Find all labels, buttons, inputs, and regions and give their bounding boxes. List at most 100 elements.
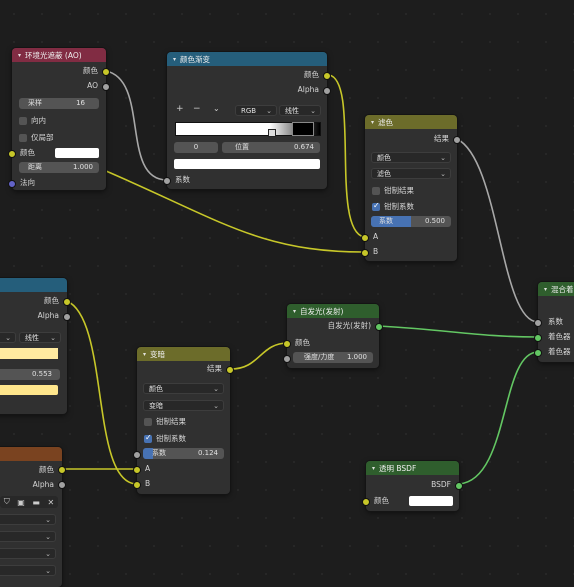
darken-type-dropdown[interactable]: 颜色 ⌄ (143, 383, 224, 394)
left-ramp-gradient-bar[interactable] (0, 348, 58, 359)
left-color-ramp-node[interactable]: 颜色 Alpha ⌄ 线性 ⌄ 0.553 (0, 278, 71, 414)
chevron-down-icon: ⌄ (45, 550, 51, 558)
folder-icon[interactable]: ▬ (32, 498, 40, 507)
mix-shader-in-fac-socket[interactable] (534, 319, 542, 327)
image-datablock-bar[interactable]: ⛉ ▣ ▬ ✕ (0, 496, 58, 508)
mix-shader-in-shader1-socket[interactable] (534, 334, 542, 342)
darken-in-fac-socket[interactable] (133, 451, 141, 459)
image-out-alpha-socket[interactable] (58, 481, 66, 489)
ramp-stop-handle-1[interactable] (292, 122, 314, 136)
ao-color-swatch[interactable] (55, 148, 99, 158)
darken-in-a-socket[interactable] (133, 466, 141, 474)
ao-distance-field[interactable]: 距离 1.000 (19, 162, 99, 173)
ao-samples-field[interactable]: 采样 16 (19, 98, 99, 109)
ao-inside-checkbox[interactable] (19, 117, 27, 125)
ao-out-ao-socket[interactable] (102, 83, 110, 91)
emission-header[interactable]: ▾ 自发光(发射) (287, 304, 379, 318)
image-source-dropdown[interactable]: ⌄ (0, 565, 56, 576)
collapse-icon[interactable]: ▾ (143, 351, 146, 358)
screen-clamp-factor-checkbox[interactable] (372, 201, 380, 211)
left-ramp-stop-color-swatch[interactable] (0, 385, 58, 395)
transparent-bsdf-node[interactable]: ▾ 透明 BSDF BSDF 颜色 (362, 461, 463, 511)
left-ramp-interp-dropdown[interactable]: 线性 ⌄ (19, 332, 61, 343)
collapse-icon[interactable]: ▾ (173, 56, 176, 63)
screen-fac-slider[interactable]: 系数 0.500 (371, 216, 451, 227)
ramp-out-color-socket[interactable] (323, 72, 331, 80)
left-ramp-header[interactable] (0, 278, 67, 292)
transparent-color-swatch[interactable] (409, 496, 453, 506)
ramp-stop-color-swatch[interactable] (174, 159, 320, 169)
screen-blend-dropdown[interactable]: 滤色 ⌄ (371, 168, 451, 179)
image-out-color-socket[interactable] (58, 466, 66, 474)
collapse-icon[interactable]: ▾ (544, 286, 547, 293)
image-texture-node[interactable]: 颜色 Alpha ⛉ ▣ ▬ ✕ ⌄ ⌄ ⌄ ⌄ (0, 447, 66, 587)
darken-mix-header[interactable]: ▾ 变暗 (137, 347, 230, 361)
ao-only-local-checkbox[interactable] (19, 134, 27, 142)
screen-out-result-socket[interactable] (453, 136, 461, 144)
ramp-position-field[interactable]: 位置 0.674 (222, 142, 320, 153)
ramp-interp-dropdown[interactable]: 线性 ⌄ (279, 105, 321, 116)
mix-shader-in-shader2-socket[interactable] (534, 349, 542, 357)
transparent-bsdf-header[interactable]: ▾ 透明 BSDF (366, 461, 459, 475)
darken-in-b-socket[interactable] (133, 481, 141, 489)
collapse-icon[interactable]: ▾ (18, 52, 21, 59)
screen-in-a-socket[interactable] (361, 234, 369, 242)
screen-clamp-result-checkbox[interactable] (372, 187, 380, 195)
ao-node-header[interactable]: ▾ 环境光遮蔽 (AO) (12, 48, 106, 62)
transparent-out-bsdf-socket[interactable] (455, 482, 463, 490)
left-ramp-position-field[interactable]: 0.553 (0, 369, 60, 380)
ramp-stop-handle-0[interactable] (268, 129, 276, 137)
darken-blend-dropdown[interactable]: 变暗 ⌄ (143, 400, 224, 411)
emission-out-socket[interactable] (375, 323, 383, 331)
mix-shader-node[interactable]: ▾ 混合着 系数 着色器 着色器 (534, 282, 574, 362)
darken-mix-node[interactable]: ▾ 变暗 结果 颜色 ⌄ 变暗 ⌄ 钳制结果 钳制系数 系数 0.124 A B (133, 347, 234, 494)
darken-blend-value: 变暗 (149, 402, 163, 410)
image-interp-dropdown[interactable]: ⌄ (0, 514, 56, 525)
left-ramp-mode-dropdown[interactable]: ⌄ (0, 332, 16, 343)
emission-strength-field[interactable]: 强度/力度 1.000 (293, 352, 373, 363)
mix-shader-header[interactable]: ▾ 混合着 (538, 282, 574, 296)
screen-mix-node[interactable]: ▾ 滤色 结果 颜色 ⌄ 滤色 ⌄ 钳制结果 钳制系数 系数 0.500 A B (361, 115, 461, 261)
screen-in-b-label: B (373, 247, 379, 256)
ramp-out-alpha-socket[interactable] (323, 87, 331, 95)
ao-node[interactable]: ▾ 环境光遮蔽 (AO) 颜色 AO 采样 16 向内 仅局部 颜色 距离 1.0… (8, 48, 110, 190)
shield-icon[interactable]: ⛉ (4, 497, 10, 507)
darken-fac-slider[interactable]: 系数 0.124 (143, 448, 224, 459)
chevron-down-icon: ⌄ (45, 567, 51, 575)
darken-out-result-socket[interactable] (226, 366, 234, 374)
image-icon[interactable]: ▣ (17, 498, 25, 507)
ao-in-color-socket[interactable] (8, 150, 16, 158)
emission-in-color-socket[interactable] (283, 340, 291, 348)
ao-in-normal-socket[interactable] (8, 180, 16, 188)
collapse-icon[interactable]: ▾ (371, 119, 374, 126)
emission-node[interactable]: ▾ 自发光(发射) 自发光(发射) 颜色 强度/力度 1.000 (283, 304, 383, 368)
left-ramp-interp-value: 线性 (25, 334, 39, 342)
ramp-in-fac-socket[interactable] (163, 177, 171, 185)
screen-in-b-socket[interactable] (361, 249, 369, 257)
screen-mix-header[interactable]: ▾ 滤色 (365, 115, 457, 129)
ao-out-color-socket[interactable] (102, 68, 110, 76)
screen-type-dropdown[interactable]: 颜色 ⌄ (371, 152, 451, 163)
ramp-stop-index-field[interactable]: 0 (174, 142, 218, 153)
chevron-down-icon: ⌄ (213, 402, 219, 410)
ramp-mode-dropdown[interactable]: RGB ⌄ (235, 105, 277, 116)
darken-clamp-result-checkbox[interactable] (144, 418, 152, 426)
transparent-in-color-socket[interactable] (362, 498, 370, 506)
image-extension-dropdown[interactable]: ⌄ (0, 548, 56, 559)
plus-icon[interactable]: + (176, 104, 184, 114)
left-ramp-out-color-socket[interactable] (63, 298, 71, 306)
darken-clamp-factor-checkbox[interactable] (144, 433, 152, 443)
chevron-down-icon[interactable]: ⌄ (213, 104, 220, 113)
collapse-icon[interactable]: ▾ (293, 308, 296, 315)
transparent-bsdf-title: 透明 BSDF (379, 463, 417, 473)
emission-in-strength-socket[interactable] (283, 355, 291, 363)
minus-icon[interactable]: − (193, 104, 201, 114)
image-projection-dropdown[interactable]: ⌄ (0, 531, 56, 542)
collapse-icon[interactable]: ▾ (372, 465, 375, 472)
close-icon[interactable]: ✕ (47, 498, 54, 507)
chevron-down-icon: ⌄ (310, 107, 316, 115)
color-ramp-header[interactable]: ▾ 颜色渐变 (167, 52, 327, 66)
left-ramp-out-alpha-socket[interactable] (63, 313, 71, 321)
image-texture-header[interactable] (0, 447, 62, 461)
color-ramp-node[interactable]: ▾ 颜色渐变 颜色 Alpha + − ⌄ RGB ⌄ 线性 ⌄ 0 位置 0.674… (163, 52, 331, 189)
